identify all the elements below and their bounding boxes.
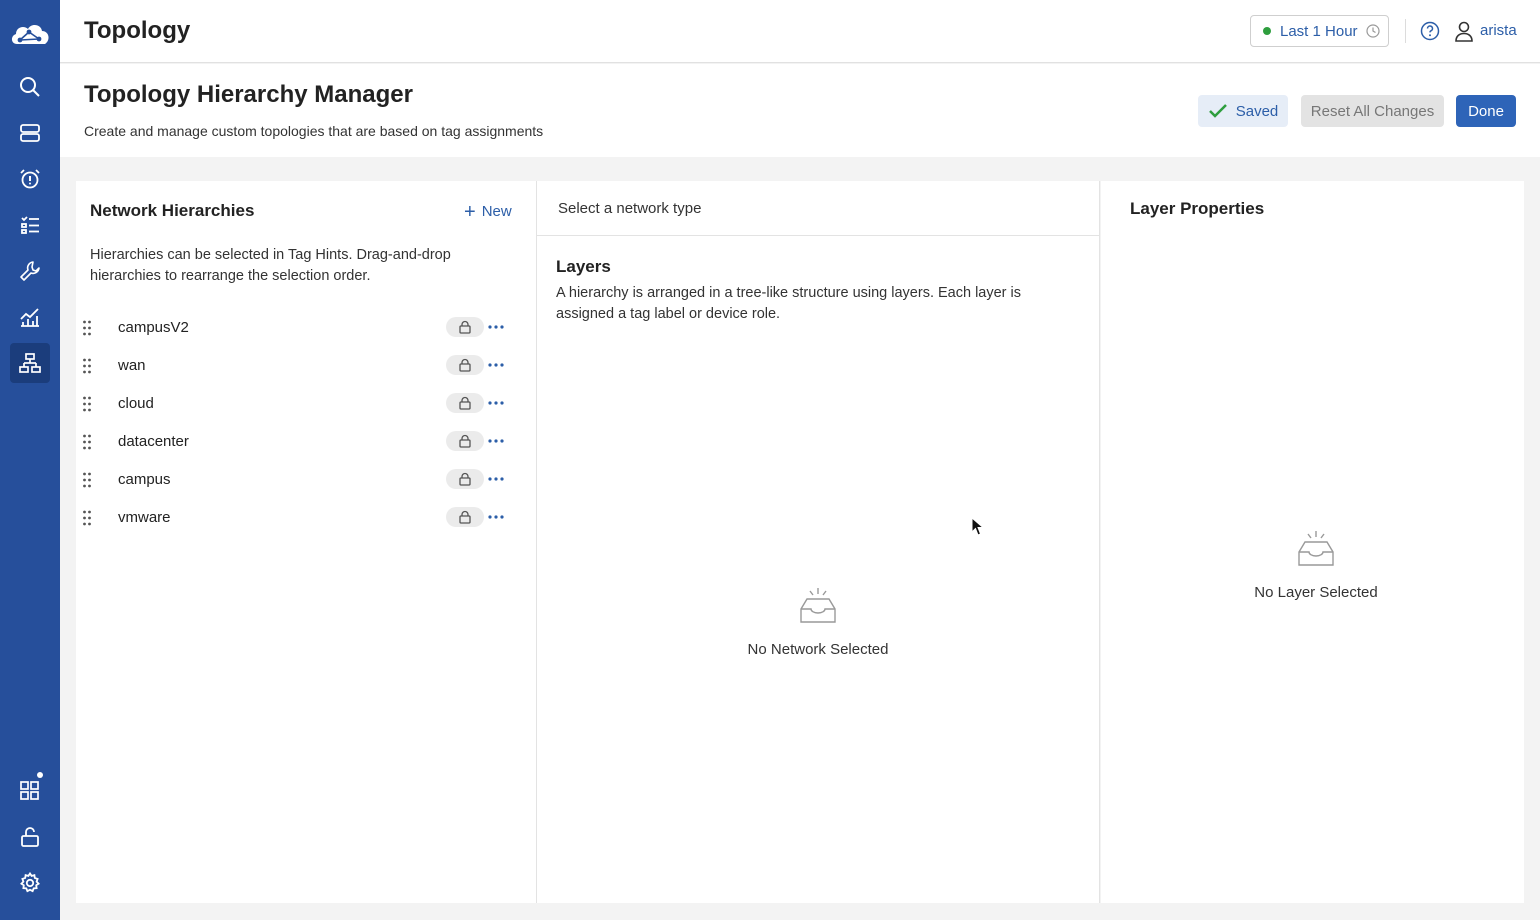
- mouse-cursor-icon: [971, 517, 985, 536]
- hierarchy-name: campus: [118, 471, 171, 488]
- lock-icon: [459, 472, 471, 486]
- lock-icon: [459, 434, 471, 448]
- help-icon[interactable]: [1420, 21, 1440, 41]
- hierarchies-hint: Hierarchies can be selected in Tag Hints…: [90, 247, 451, 284]
- more-options-icon[interactable]: [488, 393, 504, 413]
- dashboards-chart-icon: [20, 308, 39, 327]
- more-options-icon[interactable]: [488, 507, 504, 527]
- drag-handle-icon[interactable]: [82, 471, 92, 489]
- sidebar-item-devices[interactable]: [10, 113, 50, 153]
- sidebar-item-topology[interactable]: [10, 343, 50, 383]
- lock-icon: [459, 510, 471, 524]
- layers-title: Layers: [556, 257, 611, 276]
- live-status-dot: [1263, 27, 1271, 35]
- plus-icon: +: [464, 200, 476, 223]
- layer-properties-title: Layer Properties: [1130, 199, 1265, 218]
- done-button[interactable]: Done: [1456, 95, 1516, 127]
- new-label: New: [481, 203, 512, 220]
- lock-toggle[interactable]: [446, 355, 484, 375]
- cloud-logo-icon[interactable]: [9, 18, 51, 50]
- page-title: Topology Hierarchy Manager: [84, 81, 413, 108]
- provisioning-list-icon: [21, 216, 39, 234]
- settings-gear-icon: [20, 872, 40, 893]
- network-hierarchies-panel: Network Hierarchies + New Hierarchies ca…: [76, 181, 537, 903]
- hierarchy-name: wan: [118, 357, 146, 374]
- lock-icon: [459, 320, 471, 334]
- layers-description: A hierarchy is arranged in a tree-like s…: [556, 285, 1022, 322]
- hierarchy-item[interactable]: campus: [76, 461, 537, 499]
- lock-toggle[interactable]: [446, 317, 484, 337]
- drag-handle-icon[interactable]: [82, 433, 92, 451]
- user-name-link[interactable]: arista: [1480, 22, 1517, 39]
- devices-icon: [20, 124, 40, 142]
- sidebar-item-settings[interactable]: [10, 863, 50, 903]
- hierarchy-item[interactable]: vmware: [76, 499, 537, 537]
- lock-toggle[interactable]: [446, 507, 484, 527]
- reset-all-changes-button[interactable]: Reset All Changes: [1301, 95, 1444, 127]
- hierarchy-item[interactable]: cloud: [76, 385, 537, 423]
- lock-icon: [459, 396, 471, 410]
- hierarchy-name: cloud: [118, 395, 154, 412]
- drag-handle-icon[interactable]: [82, 395, 92, 413]
- hierarchy-name: vmware: [118, 509, 171, 526]
- hierarchy-name: campusV2: [118, 319, 189, 336]
- time-range-button[interactable]: Last 1 Hour: [1250, 15, 1389, 47]
- check-icon: [1208, 104, 1227, 118]
- no-layer-text: No Layer Selected: [1254, 584, 1378, 601]
- new-hierarchy-button[interactable]: + New: [464, 200, 512, 223]
- network-type-select[interactable]: Select a network type: [558, 200, 701, 217]
- topology-icon: [19, 353, 41, 373]
- more-options-icon[interactable]: [488, 431, 504, 451]
- events-alarm-icon: [20, 169, 40, 189]
- clock-icon: [1365, 24, 1380, 38]
- saved-label: Saved: [1235, 102, 1279, 120]
- hierarchy-name: datacenter: [118, 433, 189, 450]
- more-options-icon[interactable]: [488, 355, 504, 375]
- sidebar-item-search[interactable]: [10, 67, 50, 107]
- tools-wrench-icon: [20, 261, 40, 281]
- divider: [537, 235, 1100, 236]
- unlock-icon: [21, 827, 39, 847]
- empty-inbox-icon: [1298, 531, 1334, 566]
- lock-toggle[interactable]: [446, 469, 484, 489]
- hierarchy-item[interactable]: campusV2: [76, 309, 537, 347]
- time-range-label: Last 1 Hour: [1280, 22, 1358, 40]
- no-layer-empty-state: No Layer Selected: [1248, 530, 1384, 601]
- lock-toggle[interactable]: [446, 431, 484, 451]
- sidebar-item-events[interactable]: [10, 159, 50, 199]
- drag-handle-icon[interactable]: [82, 319, 92, 337]
- no-network-text: No Network Selected: [747, 641, 889, 658]
- empty-inbox-icon: [800, 588, 836, 623]
- sidebar: [0, 0, 60, 920]
- hierarchy-item[interactable]: datacenter: [76, 423, 537, 461]
- sidebar-item-provisioning[interactable]: [10, 205, 50, 245]
- lock-icon: [459, 358, 471, 372]
- sidebar-item-unlock[interactable]: [10, 817, 50, 857]
- lock-toggle[interactable]: [446, 393, 484, 413]
- sidebar-item-tools[interactable]: [10, 251, 50, 291]
- network-hierarchies-title: Network Hierarchies: [90, 201, 255, 220]
- more-options-icon[interactable]: [488, 317, 504, 337]
- header-divider: [1405, 19, 1406, 43]
- saved-button[interactable]: Saved: [1198, 95, 1288, 127]
- sidebar-item-dashboards[interactable]: [10, 297, 50, 337]
- layer-properties-panel: Layer Properties No Layer Selected: [1101, 181, 1524, 903]
- drag-handle-icon[interactable]: [82, 509, 92, 527]
- page-header: Topology Hierarchy Manager Create and ma…: [60, 64, 1540, 157]
- page-subtitle: Create and manage custom topologies that…: [84, 123, 544, 139]
- more-options-icon[interactable]: [488, 469, 504, 489]
- no-network-empty-state: No Network Selected: [747, 587, 889, 658]
- app-title: Topology: [84, 17, 191, 44]
- search-icon: [20, 77, 40, 97]
- drag-handle-icon[interactable]: [82, 357, 92, 375]
- hierarchy-item[interactable]: wan: [76, 347, 537, 385]
- user-icon[interactable]: [1453, 20, 1475, 42]
- top-header: Topology Last 1 Hour arista: [60, 0, 1540, 63]
- sidebar-item-apps[interactable]: [10, 770, 50, 810]
- notification-dot: [37, 772, 43, 778]
- layers-panel: Select a network type Layers A hierarchy…: [537, 181, 1100, 903]
- apps-grid-icon: [20, 781, 39, 800]
